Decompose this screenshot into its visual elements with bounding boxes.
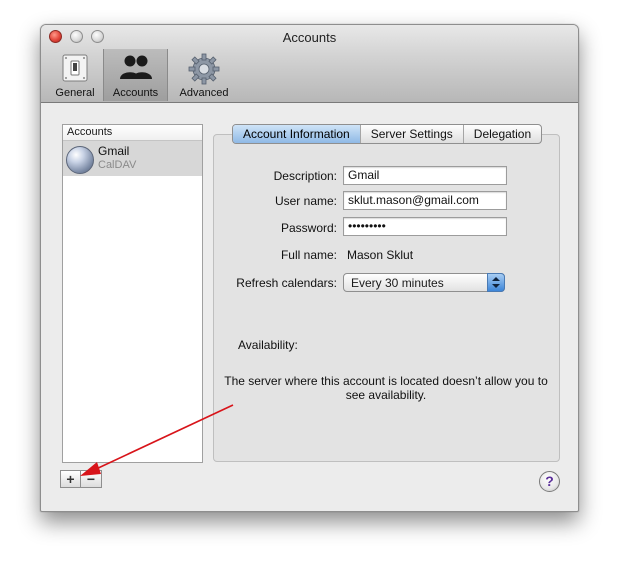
- toolbar-accounts-label: Accounts: [112, 87, 159, 99]
- toolbar-general[interactable]: General: [49, 49, 101, 101]
- description-field[interactable]: [343, 166, 507, 185]
- refresh-calendars-value: Every 30 minutes: [351, 276, 444, 290]
- preferences-window: Accounts General Accounts Advanced Accou…: [40, 24, 579, 512]
- account-name: Gmail: [98, 144, 130, 158]
- help-button[interactable]: ?: [539, 471, 560, 492]
- fullname-label: Full name:: [280, 248, 337, 262]
- description-label: Description:: [273, 169, 337, 183]
- refresh-calendars-popup[interactable]: Every 30 minutes: [343, 273, 505, 292]
- availability-message: The server where this account is located…: [224, 374, 548, 402]
- password-label: Password:: [280, 221, 337, 235]
- advanced-gear-icon: [188, 53, 220, 85]
- popup-arrows-icon: [487, 273, 505, 292]
- accounts-people-icon: [119, 55, 152, 79]
- availability-label: Availability:: [238, 338, 298, 352]
- refresh-calendars-label: Refresh calendars:: [236, 276, 337, 290]
- toolbar-advanced-label: Advanced: [179, 87, 229, 99]
- accounts-list[interactable]: Accounts Gmail CalDAV: [62, 124, 203, 463]
- globe-icon: [66, 146, 94, 174]
- username-label: User name:: [274, 194, 337, 208]
- account-type: CalDAV: [98, 159, 137, 171]
- account-row-gmail[interactable]: Gmail CalDAV: [63, 141, 202, 176]
- window-title: Accounts: [282, 30, 337, 45]
- tab-server-settings[interactable]: Server Settings: [359, 125, 463, 143]
- password-field[interactable]: [343, 217, 507, 236]
- tab-account-information[interactable]: Account Information: [233, 125, 360, 143]
- add-remove-controls: + −: [60, 470, 102, 488]
- remove-account-button[interactable]: −: [81, 470, 102, 488]
- accounts-list-header: Accounts: [63, 125, 202, 141]
- title-bar: Accounts General Accounts Advanced: [41, 25, 578, 103]
- tab-delegation[interactable]: Delegation: [462, 125, 541, 143]
- toolbar-accounts[interactable]: Accounts: [103, 49, 168, 101]
- toolbar-advanced[interactable]: Advanced: [174, 49, 234, 101]
- username-field[interactable]: [343, 191, 507, 210]
- general-switch-icon: [62, 54, 88, 82]
- toolbar-general-label: General: [55, 87, 95, 99]
- account-tabs: Account Information Server Settings Dele…: [232, 124, 543, 144]
- fullname-value: Mason Sklut: [347, 248, 414, 262]
- add-account-button[interactable]: +: [60, 470, 81, 488]
